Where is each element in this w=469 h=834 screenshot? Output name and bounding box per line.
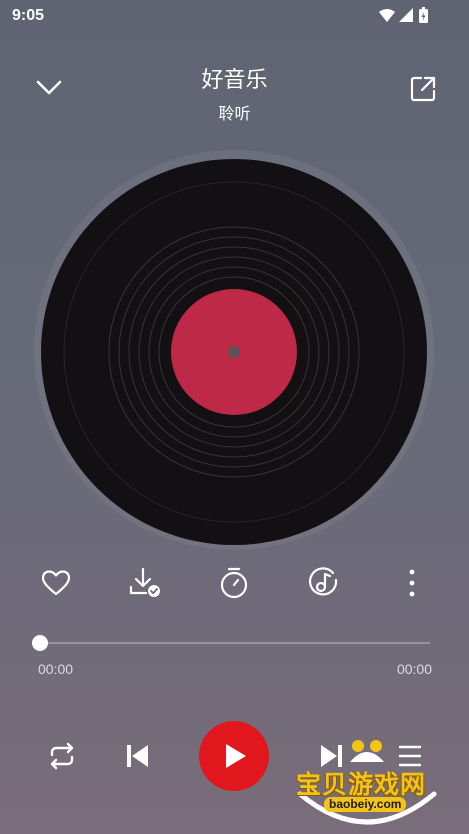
progress-thumb[interactable]: [32, 635, 48, 651]
sleep-timer-button[interactable]: [216, 565, 252, 601]
heart-icon: [41, 570, 71, 596]
previous-button[interactable]: [119, 738, 155, 774]
watermark-url: baobeiy.com: [324, 797, 407, 812]
music-effect-icon: [309, 567, 338, 596]
more-options-button[interactable]: [394, 565, 430, 601]
status-time: 9:05: [12, 7, 45, 24]
watermark-text: 宝贝游戏网: [296, 771, 427, 799]
favorite-button[interactable]: [38, 565, 74, 601]
play-icon: [226, 744, 246, 768]
repeat-button[interactable]: [44, 738, 80, 774]
external-link-icon[interactable]: [409, 75, 437, 103]
signal-icon: [399, 8, 413, 22]
disc-spindle: [228, 346, 240, 358]
status-icons: [379, 7, 428, 23]
more-vertical-icon: [409, 569, 415, 597]
skip-previous-icon: [127, 745, 148, 767]
download-check-icon: [129, 567, 160, 597]
progress-track[interactable]: [40, 642, 430, 644]
play-button[interactable]: [199, 721, 269, 791]
artist-name: 聆听: [218, 106, 251, 123]
download-button[interactable]: [127, 565, 163, 601]
elapsed-time: 00:00: [38, 661, 74, 677]
repeat-icon: [50, 742, 74, 770]
timer-icon: [220, 567, 248, 599]
wifi-icon: [379, 9, 395, 22]
total-duration: 00:00: [396, 661, 432, 677]
vinyl-disc: [34, 150, 434, 550]
battery-icon: [419, 7, 428, 23]
sound-effect-button[interactable]: [305, 565, 341, 601]
song-title: 好音乐: [201, 67, 268, 92]
